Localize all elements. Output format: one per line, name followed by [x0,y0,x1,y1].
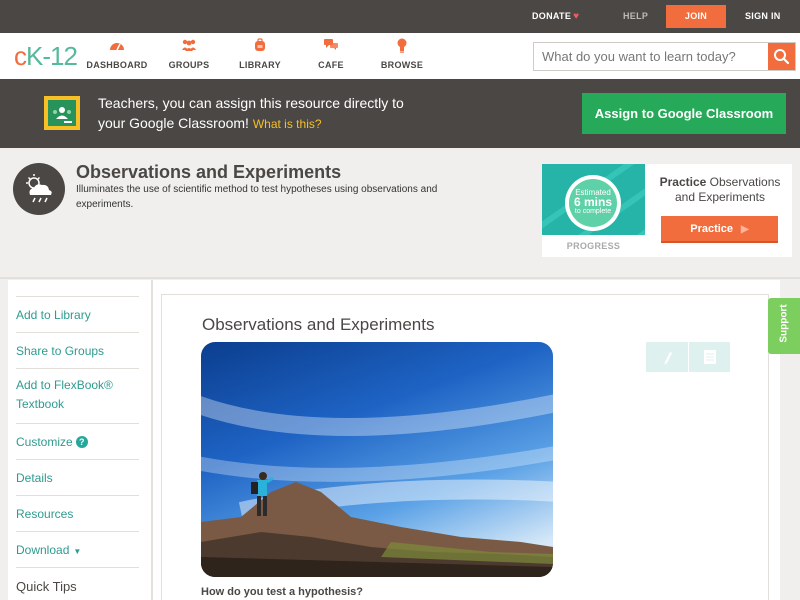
nav-library[interactable]: LIBRARY [225,38,295,70]
nav-groups[interactable]: GROUPS [154,38,224,70]
help-link[interactable]: HELP [623,0,648,33]
content-title: Observations and Experiments [202,315,435,334]
content-question: How do you test a hypothesis? [201,586,363,598]
lesson-type-badge [13,163,65,215]
logo-num: 12 [50,41,78,71]
customize-label: Customize [16,435,73,449]
donate-link[interactable]: DONATE ♥ [532,0,579,33]
what-is-this-link[interactable]: What is this? [253,117,322,131]
sidebar-item-customize[interactable]: Customize? [16,423,139,459]
search-input[interactable] [534,43,770,70]
practice-button[interactable]: Practice ▶ [661,216,778,243]
practice-card: Estimated 6 mins to complete PROGRESS Pr… [542,164,792,257]
progress-label: PROGRESS [566,241,621,251]
donate-label: DONATE [532,11,572,21]
content-tools [646,342,730,372]
top-utility-bar: DONATE ♥ HELP JOIN SIGN IN [0,0,800,33]
nav-dashboard[interactable]: DASHBOARD [82,38,152,70]
estimated-time-badge: Estimated 6 mins to complete [565,175,621,231]
classroom-message-line1: Teachers, you can assign this resource d… [98,95,404,111]
section-divider [0,277,800,279]
search-icon [774,49,790,65]
search-box [533,42,796,71]
chat-bubbles-icon [296,38,366,56]
search-button[interactable] [768,43,795,70]
chevron-right-icon: ▶ [741,224,749,235]
ck12-logo[interactable]: cK-12 [14,41,78,72]
backpack-icon [225,38,295,56]
caret-down-icon: ▼ [73,547,82,556]
assign-to-google-classroom-button[interactable]: Assign to Google Classroom [582,93,786,134]
sign-in-link[interactable]: SIGN IN [745,0,781,33]
lesson-description: Illuminates the use of scientific method… [76,184,438,210]
sidebar-item-download[interactable]: Download ▼ [16,531,139,567]
speedometer-icon [82,38,152,56]
heart-icon: ♥ [573,11,580,22]
notes-icon [704,350,716,364]
main-nav: cK-12 DASHBOARD GROUPS LIBRARY CAFE BROW… [0,33,800,79]
nav-dashboard-label: DASHBOARD [86,60,148,70]
sidebar-item-add-to-library[interactable]: Add to Library [16,296,139,332]
practice-title: Practice Observations and Experiments [650,175,790,205]
help-icon[interactable]: ? [75,436,88,448]
classroom-message: Teachers, you can assign this resource d… [98,93,458,134]
practice-thumbnail[interactable]: Estimated 6 mins to complete [542,164,645,235]
hero-image [201,342,553,577]
logo-c: c [14,41,27,71]
sidebar-item-resources[interactable]: Resources [16,495,139,531]
nav-groups-label: GROUPS [168,60,210,70]
sidebar: Add to Library Share to Groups Add to Fl… [8,280,151,600]
nav-cafe-label: CAFE [318,60,344,70]
pencil-icon [664,352,672,365]
estimated-minutes: 6 mins [573,195,612,209]
nav-browse[interactable]: BROWSE [367,38,437,70]
sidebar-item-details[interactable]: Details [16,459,139,495]
to-complete-label: to complete [574,208,612,215]
sidebar-item-quick-tips[interactable]: Quick Tips [16,567,139,600]
download-label: Download [16,543,70,557]
classroom-message-line2: your Google Classroom! [98,115,249,131]
annotate-button[interactable] [646,342,688,372]
nav-browse-label: BROWSE [380,60,424,70]
practice-title-bold: Practice [659,175,707,189]
people-icon [154,38,224,56]
nav-library-label: LIBRARY [239,60,281,70]
lightbulb-icon [367,38,437,56]
google-classroom-icon [44,96,80,130]
logo-k: K [26,41,43,71]
nav-cafe[interactable]: CAFE [296,38,366,70]
lesson-title: Observations and Experiments [76,162,342,182]
practice-button-label: Practice [690,223,734,235]
support-tab[interactable]: Support [768,298,800,354]
join-button[interactable]: JOIN [666,5,726,28]
sidebar-item-add-to-flexbook[interactable]: Add to FlexBook® Textbook [16,368,139,423]
sidebar-item-share-to-groups[interactable]: Share to Groups [16,332,139,368]
weather-storm-icon [26,174,52,203]
support-label: Support [778,304,790,343]
notes-button[interactable] [688,342,730,372]
logo-dash: - [42,41,51,71]
